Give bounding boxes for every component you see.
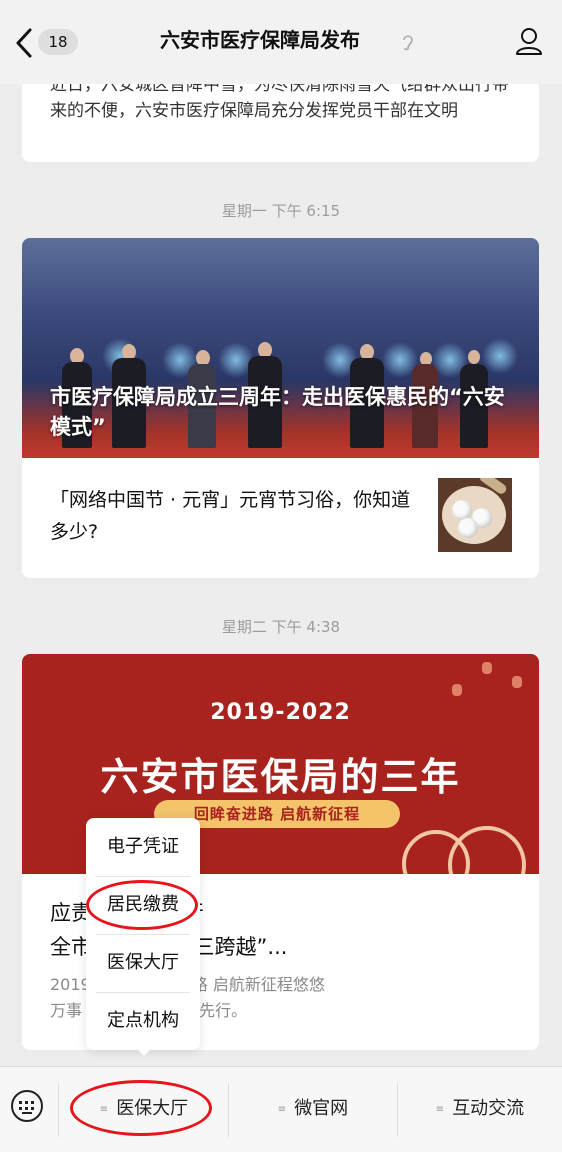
annotation-circle (86, 880, 198, 930)
submenu-item-designated-institution[interactable]: 定点机构 (86, 992, 200, 1050)
cover-year: 2019-2022 (210, 700, 351, 725)
article-card[interactable]: 市医疗保障局成立三周年：走出医保惠民的“六安模式” 「网络中国节 · 元宵」元宵… (22, 238, 539, 578)
nav-header: 18 六安市医疗保障局发布 (0, 0, 562, 84)
menu-icon: ≡ (277, 1104, 287, 1115)
menu-tab-label: 互动交流 (452, 1098, 525, 1119)
back-arrow-icon[interactable] (12, 26, 38, 60)
menu-tab-label: 微官网 (294, 1098, 349, 1119)
submenu-item-e-voucher[interactable]: 电子凭证 (86, 818, 200, 876)
ear-icon (403, 35, 413, 51)
submenu-item-medical-hall[interactable]: 医保大厅 (86, 934, 200, 992)
unread-count-badge[interactable]: 18 (38, 29, 78, 55)
screen: 近日，六安城区普降中雪，为尽快清除雨雪天气给群众出行带来的不便，六安市医疗保障局… (0, 0, 562, 1152)
article-cover-image[interactable]: 市医疗保障局成立三周年：走出医保惠民的“六安模式” (22, 238, 539, 458)
article-sub-title[interactable]: 「网络中国节 · 元宵」元宵节习俗，你知道多少? (50, 484, 420, 548)
menu-tab-interaction[interactable]: ≡ 互动交流 (398, 1089, 562, 1129)
popup-pointer (134, 1046, 154, 1056)
page-title: 六安市医疗保障局发布 (160, 28, 360, 52)
timestamp: 星期一 下午 6:15 (221, 202, 341, 220)
article-thumbnail[interactable] (438, 478, 512, 552)
menu-tab-micro-site[interactable]: ≡ 微官网 (229, 1089, 397, 1129)
profile-icon[interactable] (514, 26, 544, 56)
annotation-circle (70, 1080, 212, 1136)
menu-icon: ≡ (435, 1104, 445, 1115)
article-cover-title: 市医疗保障局成立三周年：走出医保惠民的“六安模式” (50, 385, 505, 439)
submenu-popup: 电子凭证 居民缴费 医保大厅 定点机构 (86, 818, 200, 1050)
keyboard-icon[interactable] (10, 1089, 44, 1123)
timestamp: 星期二 下午 4:38 (221, 618, 341, 636)
cover-title: 六安市医保局的三年 (100, 755, 461, 799)
